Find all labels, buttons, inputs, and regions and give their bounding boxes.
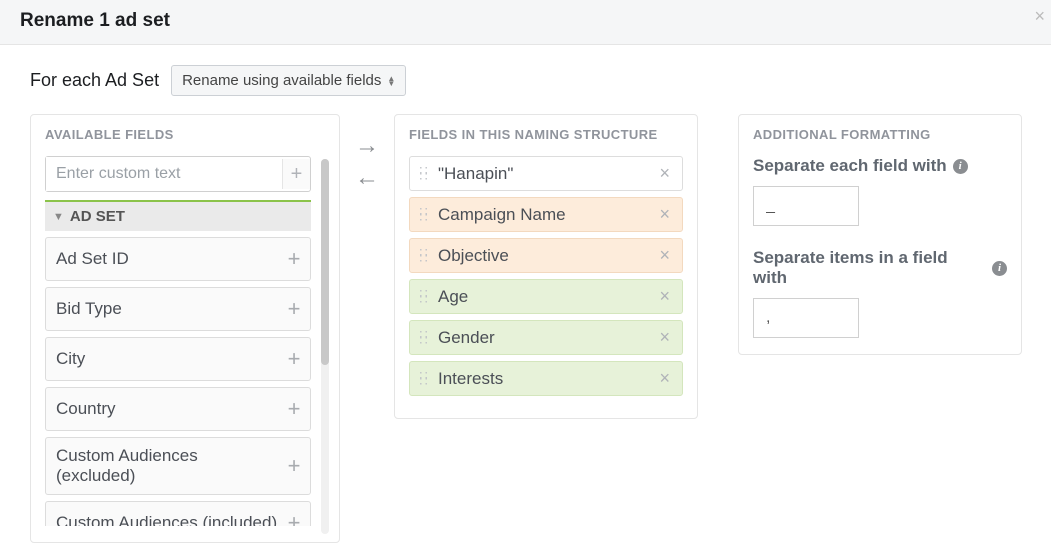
remove-icon[interactable]: × [653,204,676,225]
drag-handle-icon[interactable]: ∷∷ [416,332,432,344]
available-field-label: City [56,349,85,369]
structure-item[interactable]: ∷∷ Campaign Name× [409,197,683,232]
structure-item[interactable]: ∷∷ Gender× [409,320,683,355]
available-field-label: Ad Set ID [56,249,129,269]
scrollbar-thumb[interactable] [321,159,329,365]
arrow-right-button[interactable]: → [355,134,379,158]
rename-mode-select[interactable]: Rename using available fields ▲▼ [171,65,406,96]
plus-icon[interactable]: + [280,246,308,272]
plus-icon[interactable]: + [280,453,308,479]
separator-field-label: Separate each field with i [753,156,1007,176]
separator-items-label: Separate items in a field with i [753,248,1007,288]
structure-item-label: "Hanapin" [438,164,653,184]
remove-icon[interactable]: × [653,327,676,348]
group-header-adset[interactable]: ▼ AD SET [45,200,311,231]
drag-handle-icon[interactable]: ∷∷ [416,209,432,221]
structure-item[interactable]: ∷∷ Interests× [409,361,683,396]
available-field-label: Bid Type [56,299,122,319]
naming-structure-title: FIELDS IN THIS NAMING STRUCTURE [409,127,683,142]
available-fields-panel: AVAILABLE FIELDS + ▼ AD SET Ad Set ID+Bi… [30,114,340,543]
group-header-label: AD SET [70,208,125,225]
available-fields-scroll: + ▼ AD SET Ad Set ID+Bid Type+City+Count… [45,156,311,526]
structure-item-label: Age [438,287,653,307]
transfer-arrows: → ← [340,114,394,190]
info-icon[interactable]: i [992,261,1007,276]
available-field-item[interactable]: City + [45,337,311,381]
available-field-label: Custom Audiences (excluded) [56,446,280,486]
available-field-label: Country [56,399,116,419]
drag-handle-icon[interactable]: ∷∷ [416,291,432,303]
available-field-item[interactable]: Country + [45,387,311,431]
close-icon[interactable]: × [1034,6,1045,27]
plus-icon[interactable]: + [280,396,308,422]
scrollbar-track[interactable] [321,159,329,534]
remove-icon[interactable]: × [653,368,676,389]
available-field-item[interactable]: Custom Audiences (excluded)+ [45,437,311,495]
chevron-down-icon: ▼ [53,211,64,223]
custom-text-row: + [45,156,311,192]
select-updown-icon: ▲▼ [387,76,395,86]
info-icon[interactable]: i [953,159,968,174]
structure-item[interactable]: ∷∷ "Hanapin"× [409,156,683,191]
mode-row-label: For each Ad Set [30,70,159,91]
plus-icon[interactable]: + [280,510,308,526]
additional-formatting-title: ADDITIONAL FORMATTING [753,127,1007,142]
structure-item-label: Campaign Name [438,205,653,225]
drag-handle-icon[interactable]: ∷∷ [416,168,432,180]
separator-items-input[interactable] [753,298,859,338]
drag-handle-icon[interactable]: ∷∷ [416,373,432,385]
separator-field-input[interactable] [753,186,859,226]
dialog-title: Rename 1 ad set [20,10,170,31]
available-field-item[interactable]: Ad Set ID + [45,237,311,281]
remove-icon[interactable]: × [653,286,676,307]
remove-icon[interactable]: × [653,163,676,184]
available-field-item[interactable]: Bid Type + [45,287,311,331]
available-fields-title: AVAILABLE FIELDS [45,127,311,142]
dialog-header: Rename 1 ad set × [0,0,1051,45]
plus-icon[interactable]: + [280,346,308,372]
structure-item-label: Interests [438,369,653,389]
structure-item[interactable]: ∷∷ Age× [409,279,683,314]
plus-icon[interactable]: + [280,296,308,322]
custom-text-input[interactable] [46,157,282,191]
structure-item-label: Gender [438,328,653,348]
remove-icon[interactable]: × [653,245,676,266]
available-field-item[interactable]: Custom Audiences (included)+ [45,501,311,526]
additional-formatting-panel: ADDITIONAL FORMATTING Separate each fiel… [738,114,1022,355]
rename-mode-value: Rename using available fields [182,72,381,89]
drag-handle-icon[interactable]: ∷∷ [416,250,432,262]
mode-row: For each Ad Set Rename using available f… [30,65,1027,96]
naming-structure-panel: FIELDS IN THIS NAMING STRUCTURE ∷∷ "Hanap… [394,114,698,419]
structure-item[interactable]: ∷∷ Objective× [409,238,683,273]
structure-item-label: Objective [438,246,653,266]
arrow-left-button[interactable]: ← [355,166,379,190]
add-custom-text-button[interactable]: + [282,159,310,189]
